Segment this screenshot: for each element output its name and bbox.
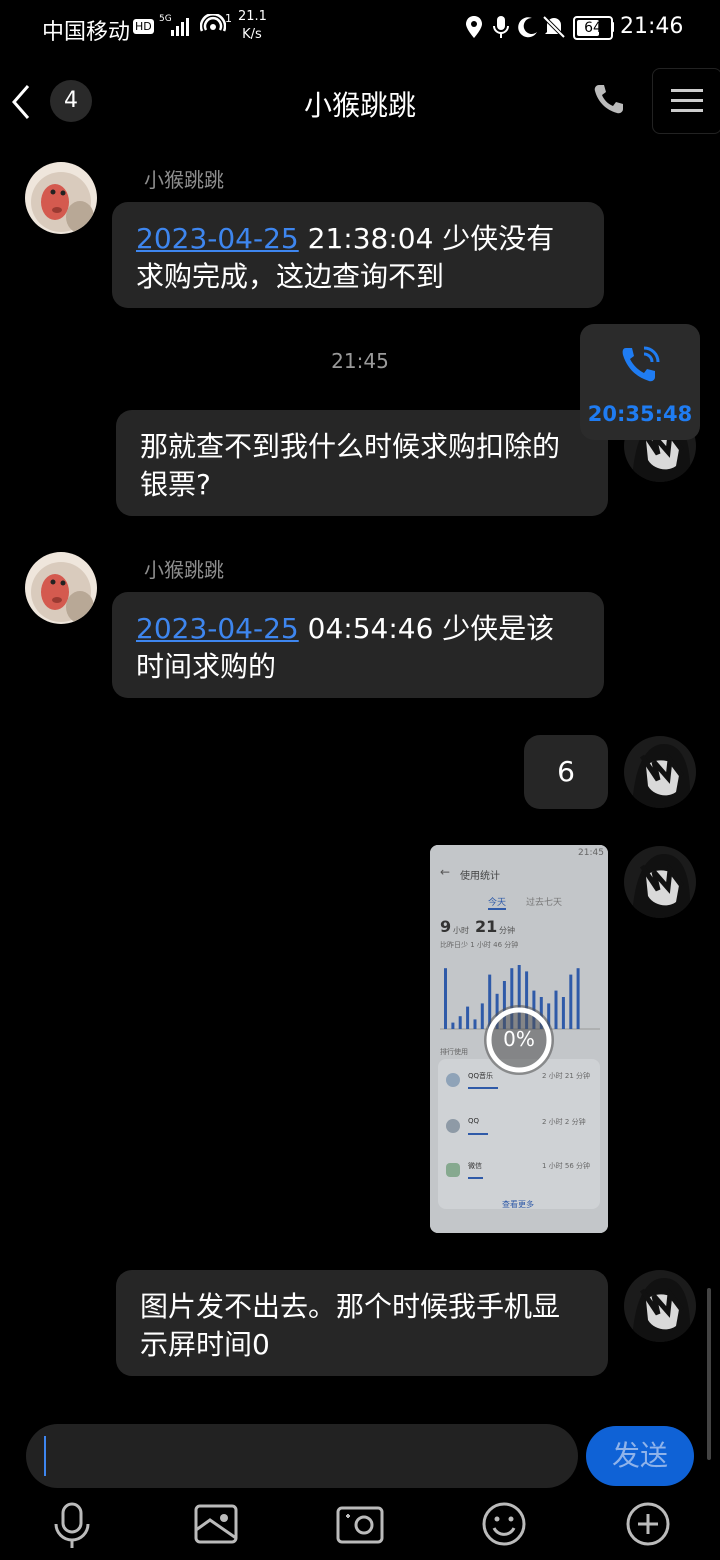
app-usage-bar: [468, 1087, 498, 1089]
monkey-avatar-icon: [31, 172, 94, 233]
net-speed-unit: K/s: [242, 27, 262, 42]
message-bubble[interactable]: 6: [524, 735, 608, 809]
chart-bar: [576, 968, 580, 1029]
screenshot-time: 21:45: [578, 848, 604, 858]
message-bubble[interactable]: 2023-04-25 21:38:04 少侠没有求购完成，这边查询不到: [112, 202, 604, 308]
chart-bar: [458, 1016, 462, 1029]
plus-icon[interactable]: [618, 1494, 678, 1554]
menu-button[interactable]: [652, 68, 720, 134]
chart-bar: [473, 1019, 477, 1029]
minutes-value: 21: [475, 917, 498, 936]
signal-icon: [171, 18, 189, 36]
send-button[interactable]: 发送: [586, 1426, 694, 1486]
app-usage: 1 小时 56 分钟: [542, 1162, 591, 1170]
app-name: 微信: [468, 1162, 482, 1170]
message-text: 6: [557, 755, 575, 788]
image-message[interactable]: 21:45 ← 使用统计 今天 过去七天 9 小时 21 分钟 比昨日少 1 小…: [430, 845, 608, 1233]
progress-text: 0%: [503, 1027, 535, 1051]
net-speed-value: 21.1: [238, 9, 267, 24]
status-bar: 中国移动 HD 5G 1 21.1 K/s 64 21:46: [0, 0, 720, 56]
avatar[interactable]: [624, 736, 696, 808]
view-more-link: 查看更多: [502, 1200, 534, 1209]
microphone-status-icon: [493, 16, 509, 38]
app-usage-bar: [468, 1133, 488, 1135]
chart-bar: [569, 974, 573, 1029]
app-icon: [446, 1163, 460, 1177]
back-arrow-icon: ←: [440, 865, 451, 879]
message-text: 图片发不出去。那个时候我手机显示屏时间0: [140, 1290, 561, 1361]
clock: 21:46: [620, 14, 684, 39]
message-bubble[interactable]: 图片发不出去。那个时候我手机显示屏时间0: [116, 1270, 608, 1376]
menu-icon: [671, 89, 703, 112]
battery-level: 64: [584, 20, 602, 36]
chart-bar: [444, 968, 447, 1029]
app-name: QQ: [468, 1117, 480, 1125]
date-link[interactable]: 2023-04-25: [136, 222, 299, 255]
avatar[interactable]: [624, 1270, 696, 1342]
app-usage: 2 小时 2 分钟: [542, 1118, 586, 1126]
call-float-widget[interactable]: 20:35:48: [580, 324, 700, 440]
hours-unit: 小时: [453, 926, 469, 935]
tab-indicator: [488, 908, 506, 910]
camera-icon[interactable]: [330, 1494, 390, 1554]
message-input[interactable]: [26, 1424, 578, 1488]
app-icon: [446, 1119, 460, 1133]
call-duration: 20:35:48: [587, 402, 693, 426]
message-bubble[interactable]: 2023-04-25 04:54:46 少侠是该时间求购的: [112, 592, 604, 698]
mute-bell-icon: [542, 15, 566, 39]
scrollbar[interactable]: [707, 1288, 711, 1460]
section-title: 排行使用: [440, 1048, 468, 1056]
monkey-avatar-icon: [31, 562, 94, 623]
app-usage-bar: [468, 1177, 483, 1179]
image-icon[interactable]: [186, 1494, 246, 1554]
compare-text: 比昨日少 1 小时 46 分钟: [440, 941, 519, 949]
message-bubble[interactable]: 那就查不到我什么时候求购扣除的银票?: [116, 410, 608, 516]
wifi-icon: [200, 14, 226, 32]
minutes-unit: 分钟: [499, 926, 515, 935]
avatar[interactable]: [624, 846, 696, 918]
wifi-level-label: 1: [225, 12, 232, 25]
tab-week: 过去七天: [526, 898, 563, 908]
hours-value: 9: [440, 917, 452, 936]
app-icon: [446, 1073, 460, 1087]
date-link[interactable]: 2023-04-25: [136, 612, 299, 645]
battery-icon: 64: [573, 16, 613, 40]
chart-bar: [561, 997, 565, 1029]
chart-bar: [554, 990, 558, 1029]
chart-bar: [466, 1006, 470, 1029]
chart-bar: [451, 1022, 455, 1029]
sender-name: 小猴跳跳: [144, 168, 224, 192]
chat-header: 4 小猴跳跳: [0, 56, 720, 146]
text-caret: [44, 1436, 46, 1476]
sender-name: 小猴跳跳: [144, 558, 224, 582]
carrier-label: 中国移动: [42, 20, 131, 45]
upload-progress: 0%: [484, 1005, 554, 1075]
hd-icon: HD: [133, 19, 154, 34]
screenshot-title: 使用统计: [460, 871, 500, 882]
battery-tip: [611, 22, 614, 32]
location-icon: [466, 16, 482, 38]
message-text: 那就查不到我什么时候求购扣除的银票?: [140, 430, 561, 501]
anime-avatar-icon: [632, 1278, 691, 1342]
anime-avatar-icon: [632, 854, 691, 918]
moon-icon: [518, 17, 537, 38]
tab-today: 今天: [488, 898, 507, 908]
phone-call-icon[interactable]: [592, 82, 626, 116]
anime-avatar-icon: [632, 744, 691, 808]
emoji-icon[interactable]: [474, 1494, 534, 1554]
app-list: QQ音乐 2 小时 21 分钟 QQ 2 小时 2 分钟 微信 1 小时 56 …: [438, 1059, 600, 1209]
avatar[interactable]: [25, 552, 97, 624]
phone-call-icon: [622, 346, 660, 382]
voice-icon[interactable]: [42, 1494, 102, 1554]
avatar[interactable]: [25, 162, 97, 234]
